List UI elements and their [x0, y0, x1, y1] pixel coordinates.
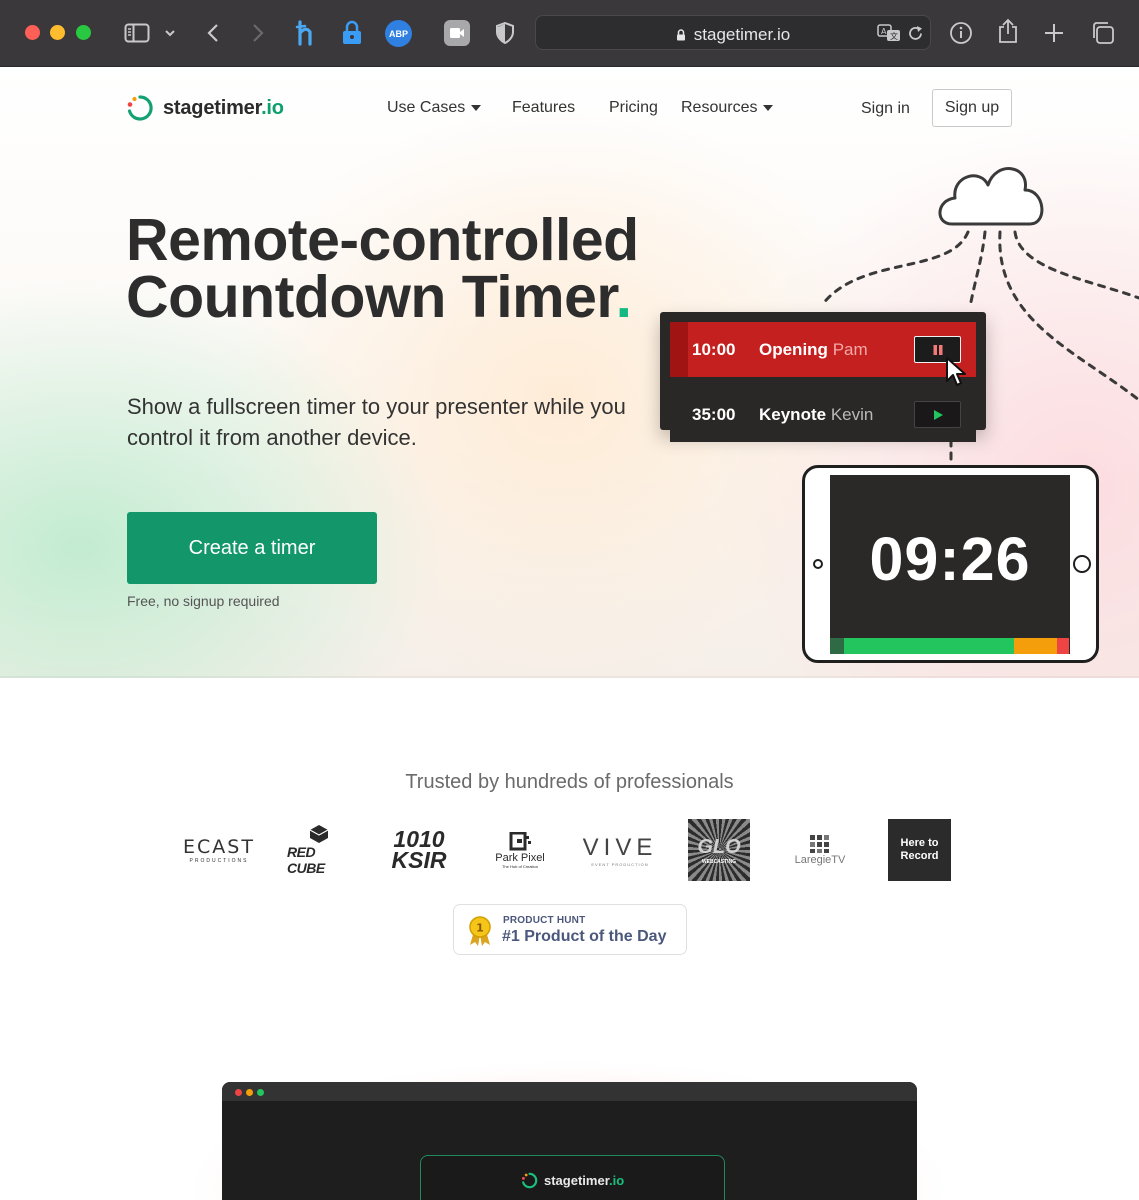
info-icon[interactable]	[947, 18, 975, 48]
product-hunt-badge[interactable]: 1 PRODUCT HUNT #1 Product of the Day	[453, 904, 687, 955]
nav-use-cases[interactable]: Use Cases	[387, 99, 482, 117]
honey-extension-icon[interactable]	[293, 20, 319, 46]
tablet-camera	[813, 559, 823, 569]
close-window-button[interactable]	[25, 25, 40, 40]
brand-logo-glo-webcasting: GLO WEBCASTING	[688, 819, 750, 881]
translate-icon[interactable]: A文	[877, 24, 901, 47]
headline-line-2: Countdown Timer	[126, 264, 616, 330]
progress-segment	[1057, 638, 1069, 654]
progress-segment	[1014, 638, 1057, 654]
headline-dot: .	[615, 264, 632, 330]
nav-features[interactable]: Features	[512, 99, 575, 117]
cue-row[interactable]: 35:00 Keynote Kevin	[670, 387, 976, 442]
nav-pricing-label: Pricing	[609, 99, 658, 116]
cue-speaker: Kevin	[830, 404, 874, 424]
hero-headline: Remote-controlled Countdown Timer.	[126, 211, 639, 330]
address-bar[interactable]: stagetimer.io A文	[535, 15, 931, 50]
cue-title: Keynote Kevin	[759, 404, 874, 424]
tab-overview-icon[interactable]	[1090, 18, 1116, 48]
play-button[interactable]	[914, 401, 961, 428]
progress-segment	[844, 638, 1014, 654]
new-tab-icon[interactable]	[1042, 18, 1066, 48]
privacy-shield-icon[interactable]	[492, 20, 518, 46]
timer-countdown: 09:26	[869, 525, 1031, 593]
svg-text:1: 1	[476, 922, 484, 935]
logo-name: stagetimer	[163, 96, 262, 119]
minimize-window-button[interactable]	[50, 25, 65, 40]
site-logo[interactable]: stagetimer.io	[126, 94, 284, 122]
brand-logo-ecast: ECAST PRODUCTIONS	[183, 836, 255, 864]
preview-card: stagetimer.io	[420, 1155, 725, 1200]
cue-title: Opening Pam	[759, 339, 868, 359]
svg-text:A: A	[881, 27, 887, 36]
video-extension-icon[interactable]	[444, 20, 470, 46]
caret-down-icon	[471, 105, 482, 111]
tablet-home-button	[1073, 555, 1091, 573]
preview-logo: stagetimer.io	[521, 1172, 624, 1189]
stagetimer-logo-icon	[521, 1172, 538, 1189]
stagetimer-logo-icon	[127, 95, 153, 121]
cue-speaker: Pam	[832, 339, 868, 359]
url-text: stagetimer.io	[693, 25, 791, 44]
mouse-cursor-icon	[946, 357, 966, 386]
pause-icon	[933, 344, 942, 355]
sidebar-toggle-icon[interactable]	[122, 18, 152, 48]
forward-icon[interactable]	[247, 18, 269, 48]
share-icon[interactable]	[995, 16, 1021, 46]
product-hunt-title: #1 Product of the Day	[502, 928, 667, 945]
progress-segment	[830, 638, 844, 654]
app-preview-window: stagetimer.io	[222, 1082, 917, 1200]
brand-logo-laregie-tv: LaregieTV	[786, 820, 854, 880]
logo-tld: .io	[261, 96, 284, 119]
sign-up-button[interactable]: Sign up	[932, 89, 1012, 127]
cta-note: Free, no signup required	[127, 593, 280, 609]
lock-icon	[676, 29, 685, 41]
reload-icon[interactable]	[907, 25, 924, 47]
brand-logo-red-cube: RED CUBE	[287, 820, 351, 880]
cue-time: 10:00	[692, 339, 736, 359]
back-icon[interactable]	[202, 18, 224, 48]
adblock-extension-icon[interactable]: ABP	[385, 20, 412, 47]
nav-use-cases-label: Use Cases	[387, 99, 466, 116]
hero-subtitle: Show a fullscreen timer to your presente…	[127, 394, 626, 450]
chevron-down-icon[interactable]	[162, 18, 178, 48]
brand-logo-here-to-record: Here to Record	[888, 819, 951, 881]
nav-resources[interactable]: Resources	[681, 99, 774, 117]
brand-logo-1010-ksir: 1010 KSIR	[391, 826, 447, 873]
nav-resources-label: Resources	[681, 99, 758, 116]
product-hunt-kicker: PRODUCT HUNT	[503, 915, 586, 926]
trusted-heading: Trusted by hundreds of professionals	[405, 771, 734, 793]
cue-time: 35:00	[692, 404, 736, 424]
zoom-window-button[interactable]	[76, 25, 91, 40]
cue-row-active[interactable]: 10:00 Opening Pam	[670, 322, 976, 377]
brand-logo-vive: VIVE EVENT PRODUCTION	[582, 833, 658, 867]
create-timer-button[interactable]: Create a timer	[127, 512, 377, 584]
preview-titlebar	[222, 1082, 917, 1101]
browser-toolbar: ABP stagetimer.io A文	[0, 0, 1139, 67]
password-lock-extension-icon[interactable]	[339, 20, 365, 46]
medal-icon: 1	[469, 916, 491, 946]
svg-text:文: 文	[890, 31, 898, 41]
nav-features-label: Features	[512, 99, 576, 116]
nav-pricing[interactable]: Pricing	[609, 99, 658, 117]
sign-in-link[interactable]: Sign in	[861, 100, 910, 118]
play-icon	[933, 409, 943, 420]
brand-logo-park-pixel: Park Pixel The Hub of Creation	[486, 820, 554, 880]
caret-down-icon	[763, 105, 774, 111]
